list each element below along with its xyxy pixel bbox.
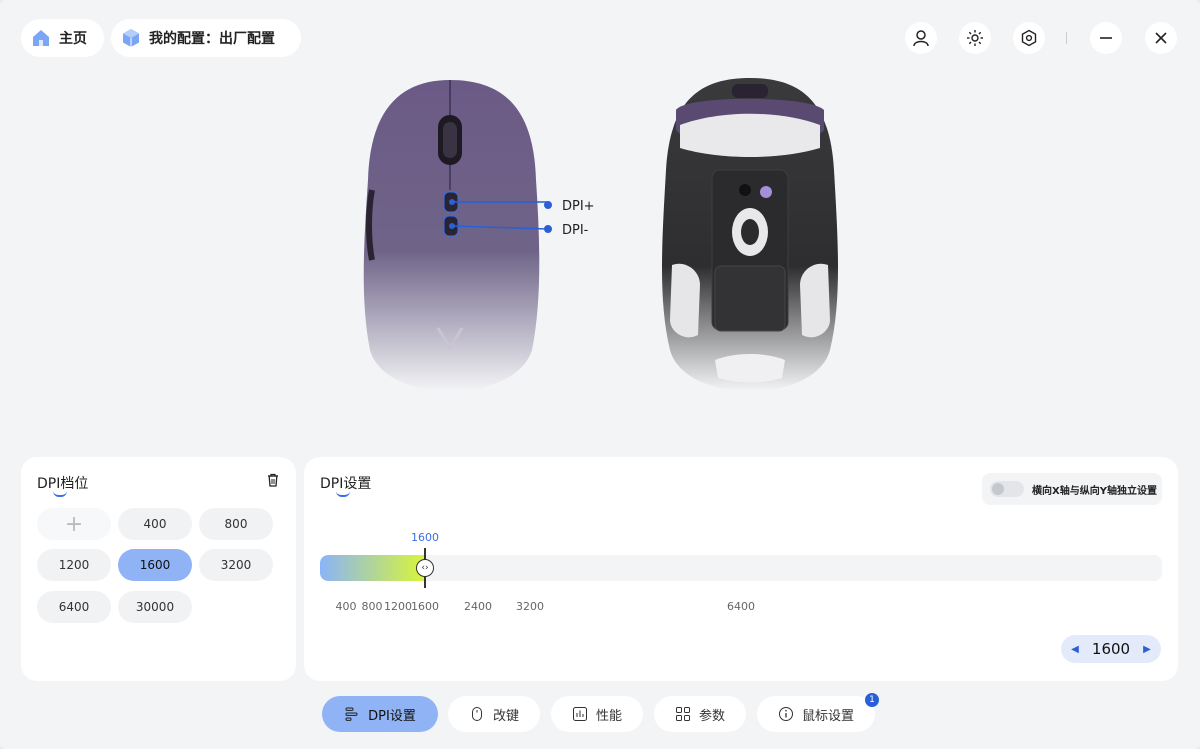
decrease-icon[interactable]: ◀ (1069, 644, 1081, 655)
increase-icon[interactable]: ▶ (1141, 644, 1153, 655)
tab-parameters[interactable]: 参数 (654, 696, 746, 732)
dpi-chip-30000[interactable]: 30000 (118, 591, 192, 623)
toggle-knob (992, 483, 1004, 495)
cube-icon (121, 28, 141, 48)
callout-dpi-plus: DPI+ (562, 199, 595, 214)
tab-performance[interactable]: 性能 (551, 696, 643, 732)
minimize-icon (1100, 37, 1112, 39)
dpi-settings-title: DPI设置 (320, 473, 371, 497)
config-selector[interactable]: 我的配置：出厂配置 (111, 19, 301, 57)
mouse-illustration (363, 78, 838, 392)
app-window: 主页 我的配置：出厂配置 DPI+ DPI- DPI档位 + 400 800 1… (0, 0, 1200, 749)
dpi-chip-3200[interactable]: 3200 (199, 549, 273, 581)
add-dpi-button[interactable]: + (37, 508, 111, 540)
dpi-chip-1200[interactable]: 1200 (37, 549, 111, 581)
slider-value-label: 1600 (411, 531, 439, 544)
brightness-button[interactable] (959, 22, 991, 54)
grid-icon (675, 707, 690, 721)
tab-remap[interactable]: 改键 (448, 696, 540, 732)
home-label: 主页 (59, 31, 87, 47)
tick-label: 1600 (411, 600, 439, 613)
stepper-value[interactable]: 1600 (1092, 640, 1130, 658)
close-button[interactable] (1145, 22, 1177, 54)
dpi-chip-1600[interactable]: 1600 (118, 549, 192, 581)
notification-badge: 1 (865, 693, 879, 707)
tab-mouse-settings[interactable]: 鼠标设置 (757, 696, 875, 732)
config-label: 我的配置：出厂配置 (149, 31, 275, 47)
dpi-slider-fill (320, 555, 426, 581)
bars-icon (345, 707, 358, 721)
settings-button[interactable] (1013, 22, 1045, 54)
axis-independent-toggle[interactable]: 横向X轴与纵向Y轴独立设置 (982, 473, 1162, 505)
header-divider (1066, 32, 1067, 44)
chart-icon (572, 707, 587, 721)
dpi-slider-track[interactable] (320, 555, 1162, 581)
tick-label: 3200 (516, 600, 544, 613)
user-button[interactable] (905, 22, 937, 54)
dpi-stepper[interactable]: ◀ 1600 ▶ (1061, 635, 1161, 663)
dpi-chip-800[interactable]: 800 (199, 508, 273, 540)
user-icon (913, 30, 929, 47)
callout-dpi-minus: DPI- (562, 223, 589, 238)
info-icon (778, 707, 793, 721)
mouse-bottom-view (662, 78, 838, 392)
home-button[interactable]: 主页 (21, 19, 104, 57)
dpi-chip-400[interactable]: 400 (118, 508, 192, 540)
mouse-top-view (363, 80, 540, 392)
delete-button[interactable] (266, 472, 280, 491)
minimize-button[interactable] (1090, 22, 1122, 54)
toggle-label: 横向X轴与纵向Y轴独立设置 (1032, 485, 1157, 497)
trash-icon (268, 473, 278, 487)
mouse-icon (471, 707, 482, 721)
slider-handle[interactable]: ‹› (416, 559, 434, 577)
close-icon (1155, 32, 1167, 44)
settings-hex-icon (1021, 29, 1037, 47)
tick-label: 6400 (727, 600, 755, 613)
toggle-switch[interactable] (990, 481, 1024, 497)
brightness-icon (967, 30, 983, 46)
dpi-chip-6400[interactable]: 6400 (37, 591, 111, 623)
tab-dpi-settings[interactable]: DPI设置 (322, 696, 438, 732)
home-icon (31, 28, 51, 48)
tick-label: 2400 (464, 600, 492, 613)
dpi-levels-title: DPI档位 (37, 473, 88, 497)
